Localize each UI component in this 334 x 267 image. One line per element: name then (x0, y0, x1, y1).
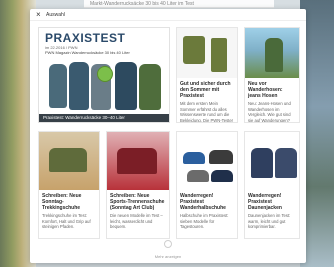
shoe-image-4 (211, 170, 233, 182)
page-topbar-text: Markt-Wanderrucksäcke 30 bis 40 Liter im… (90, 1, 194, 7)
hero-article-card[interactable]: PRAXISTEST im 22.2016 / PWN PWN Magazin … (38, 27, 170, 123)
article-card-1-image (177, 28, 237, 78)
article-card-5-image (177, 132, 237, 190)
boot-image (49, 148, 87, 172)
article-card-6-title: Wanderregen! Praxistest Daunenjacken (248, 193, 282, 211)
article-card-4-text: Die neuen Modelle im Test – leicht, wass… (110, 213, 163, 229)
article-card-3-image (39, 132, 99, 190)
down-jacket-image-1 (251, 148, 273, 178)
article-card-5-text: Halbschuhe im Praxistest: sieben Modelle… (180, 213, 229, 229)
article-card-6[interactable]: Wanderregen! Praxistest Daunenjacken Dau… (244, 131, 300, 239)
modal-title: Auswahl (46, 11, 65, 18)
backpack-image-4 (115, 62, 137, 110)
shoe-image-1 (183, 152, 205, 164)
hiker-image (265, 38, 283, 72)
modal-footer: Mehr anzeigen (30, 235, 306, 259)
article-card-3-text: Trekkingschuhe im Test: Komfort, Halt un… (42, 213, 91, 229)
load-more-icon[interactable] (164, 240, 172, 248)
jacket-image (183, 36, 205, 64)
article-card-6-text: Daunenjacken im Test: warm, leicht und g… (248, 213, 291, 229)
hero-caption: Praxistest: Wanderrucksäcke 30–40 Liter (39, 114, 169, 122)
article-card-1-title: Gut und sicher durch den Sommer mit Prax… (180, 81, 231, 99)
selection-modal: × Auswahl PRAXISTEST im 22.2016 / PWN PW… (30, 9, 306, 263)
hero-brand-title: PRAXISTEST (45, 31, 126, 45)
backpack-image-5 (139, 64, 161, 110)
article-grid: PRAXISTEST im 22.2016 / PWN PWN Magazin … (38, 27, 300, 243)
shoe-image-3 (187, 170, 209, 182)
article-card-5[interactable]: Wanderregen! Praxistest Wanderhalbschuhe… (176, 131, 238, 239)
shoe-image-2 (209, 150, 233, 164)
article-card-2-title: Neu vor Wanderhosen: jeans Hosen (248, 81, 283, 99)
article-card-3[interactable]: Schreiben: Neue Sonntag-Trekkingschuhe T… (38, 131, 100, 239)
page-topbar: Markt-Wanderrucksäcke 30 bis 40 Liter im… (84, 0, 274, 8)
article-card-4[interactable]: Schreiben: Neue Sports-Trennenschuhe (So… (106, 131, 170, 239)
article-card-2-text: Neu: Jeans-Hosen und Wanderhosen im Verg… (248, 101, 291, 123)
article-card-2-image (245, 28, 299, 78)
article-card-1[interactable]: Gut und sicher durch den Sommer mit Prax… (176, 27, 238, 123)
backpack-image-2 (69, 62, 89, 110)
backpack-image-1 (49, 64, 67, 108)
test-badge-icon (97, 66, 113, 82)
down-jacket-image-2 (275, 148, 297, 178)
article-card-1-text: Mit dem ersten Mein Sommer erfährst du a… (180, 101, 234, 123)
article-card-5-title: Wanderregen! Praxistest Wanderhalbschuhe (180, 193, 226, 211)
article-card-4-title: Schreiben: Neue Sports-Trennenschuhe (So… (110, 193, 165, 211)
hero-tagline: PWN Magazin Wanderrucksäcke 30 bis 40 Li… (45, 50, 130, 55)
boot-image (117, 148, 157, 174)
article-card-4-image (107, 132, 169, 190)
modal-header: × Auswahl (30, 9, 306, 21)
article-card-2[interactable]: Neu vor Wanderhosen: jeans Hosen Neu: Je… (244, 27, 300, 123)
close-icon[interactable]: × (36, 10, 44, 19)
article-card-3-title: Schreiben: Neue Sonntag-Trekkingschuhe (42, 193, 82, 211)
article-card-6-image (245, 132, 299, 190)
load-more-label[interactable]: Mehr anzeigen (30, 254, 306, 259)
pants-image (211, 38, 227, 72)
